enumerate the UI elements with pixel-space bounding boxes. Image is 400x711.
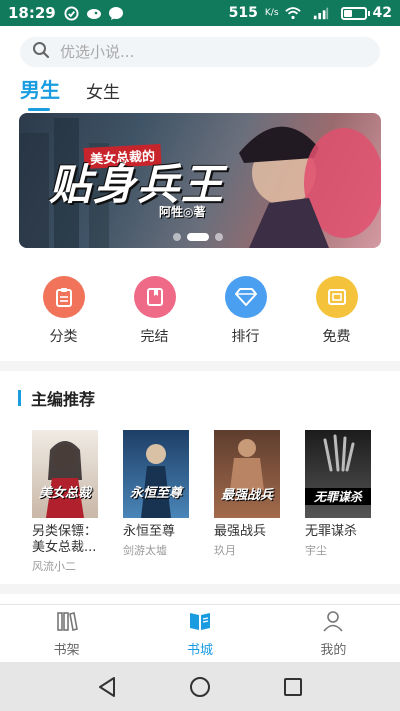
- open-book-icon: [188, 610, 212, 636]
- quick-link-free[interactable]: 免费: [291, 276, 382, 346]
- quick-link-label: 免费: [322, 329, 351, 345]
- gender-tabs: 男生 女生: [20, 74, 146, 111]
- nav-bookstore[interactable]: 书城: [133, 605, 266, 662]
- book-title: 另类保镖：美女总裁...: [32, 524, 98, 555]
- book-author: 宇尘: [305, 544, 327, 557]
- section-accent-bar: [18, 390, 21, 406]
- search-icon: [32, 41, 50, 63]
- status-time: 18:29: [8, 4, 56, 22]
- quick-link-label: 分类: [49, 329, 78, 345]
- bookshelf-icon: [56, 610, 78, 636]
- book-title: 永恒至尊: [123, 524, 176, 539]
- section-divider: [0, 584, 400, 594]
- quick-link-finished[interactable]: 完结: [109, 276, 200, 346]
- back-button[interactable]: [93, 673, 121, 701]
- user-icon: [322, 610, 344, 636]
- section-title: 主编推荐: [31, 390, 96, 409]
- search-bar[interactable]: [20, 37, 380, 67]
- search-input[interactable]: [60, 43, 340, 61]
- promo-banner[interactable]: 美女总裁的 贴身兵王 阿牲◎著: [19, 113, 381, 248]
- nav-label: 书架: [53, 642, 80, 658]
- book-author: 剑游太墟: [123, 544, 167, 557]
- bottom-nav: 书架 书城 我的: [0, 604, 400, 662]
- carousel-dots: [173, 233, 223, 241]
- tab-female[interactable]: 女生: [86, 78, 120, 111]
- section-header: 主编推荐: [18, 386, 95, 410]
- system-nav-bar: [0, 662, 400, 711]
- wifi-icon: [284, 5, 301, 21]
- cover-text: 无罪谋杀: [305, 488, 371, 505]
- quick-link-label: 排行: [231, 329, 260, 345]
- battery-icon: [340, 6, 370, 20]
- book-title: 最强战兵: [214, 524, 267, 539]
- chat-icon: [108, 5, 124, 21]
- diamond-icon: [224, 276, 267, 318]
- tab-male[interactable]: 男生: [20, 74, 60, 111]
- book-item[interactable]: 无罪谋杀 无罪谋杀 宇尘: [305, 430, 396, 574]
- nav-label: 书城: [186, 642, 213, 658]
- quick-link-label: 完结: [140, 329, 169, 345]
- nav-profile[interactable]: 我的: [267, 605, 400, 662]
- signal-icon: [313, 5, 329, 21]
- nav-label: 我的: [320, 642, 347, 658]
- tag-icon: [315, 276, 358, 318]
- battery-level: 42: [372, 5, 392, 21]
- carousel-dot[interactable]: [215, 233, 223, 241]
- bird-icon: [86, 5, 102, 21]
- quick-link-ranking[interactable]: 排行: [200, 276, 291, 346]
- book-item[interactable]: 美女总裁 另类保镖：美女总裁... 风流小二: [32, 430, 123, 574]
- clipboard-icon: [42, 276, 85, 318]
- carousel-dot[interactable]: [173, 233, 181, 241]
- cover-text: 美女总裁: [38, 486, 91, 501]
- book-cover[interactable]: 无罪谋杀: [305, 430, 371, 518]
- quick-link-category[interactable]: 分类: [18, 276, 109, 346]
- book-author: 玖月: [214, 544, 236, 557]
- cover-text: 最强战兵: [220, 488, 273, 503]
- book-cover[interactable]: 最强战兵: [214, 430, 280, 518]
- book-cover[interactable]: 美女总裁: [32, 430, 98, 518]
- net-speed: 515: [228, 5, 258, 21]
- book-list: 美女总裁 另类保镖：美女总裁... 风流小二 永恒至尊 永恒至尊 剑游太墟 最强…: [0, 430, 400, 574]
- home-button[interactable]: [186, 673, 214, 701]
- book-cover[interactable]: 永恒至尊: [123, 430, 189, 518]
- check-icon: [64, 5, 80, 21]
- banner-author: 阿牲◎著: [159, 205, 206, 219]
- book-icon: [133, 276, 176, 318]
- cover-text: 永恒至尊: [129, 486, 182, 501]
- book-item[interactable]: 最强战兵 最强战兵 玖月: [214, 430, 305, 574]
- section-divider: [0, 361, 400, 371]
- carousel-dot-active[interactable]: [187, 233, 209, 241]
- book-title: 无罪谋杀: [305, 524, 358, 539]
- bookstore-page: 男生 女生 美女总裁的 贴身兵王 阿牲◎著 分类: [0, 26, 400, 604]
- book-item[interactable]: 永恒至尊 永恒至尊 剑游太墟: [123, 430, 214, 574]
- status-bar: 18:29 515 K/s 42: [0, 0, 400, 26]
- net-unit: K/s: [264, 7, 279, 18]
- quick-links: 分类 完结 排行 免费: [0, 276, 400, 346]
- book-author: 风流小二: [32, 560, 76, 573]
- nav-bookshelf[interactable]: 书架: [0, 605, 133, 662]
- recents-button[interactable]: [279, 673, 307, 701]
